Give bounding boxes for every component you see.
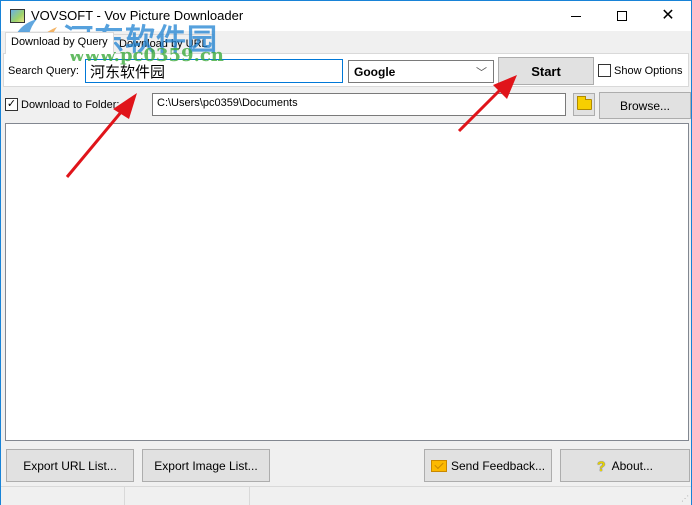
maximize-button[interactable]: [599, 1, 645, 31]
export-image-list-button[interactable]: Export Image List...: [142, 449, 270, 482]
open-folder-button[interactable]: [573, 93, 595, 116]
window-title: VOVSOFT - Vov Picture Downloader: [31, 8, 244, 23]
send-feedback-button[interactable]: Send Feedback...: [424, 449, 552, 482]
show-options-label[interactable]: Show Options: [614, 65, 682, 77]
status-panel-1: [1, 487, 125, 505]
export-url-list-button[interactable]: Export URL List...: [6, 449, 134, 482]
search-query-input[interactable]: [85, 59, 343, 83]
about-button[interactable]: ? About...: [560, 449, 690, 482]
chevron-down-icon: ﹀: [476, 67, 487, 79]
tab-download-by-url[interactable]: Download by URL: [113, 34, 214, 53]
close-button[interactable]: ✕: [645, 1, 691, 31]
app-icon: [10, 9, 25, 23]
minimize-button[interactable]: [553, 1, 599, 31]
resize-grip-icon[interactable]: ⋰: [681, 494, 689, 503]
tab-download-by-query[interactable]: Download by Query: [5, 32, 114, 54]
search-engine-select[interactable]: Google ﹀: [348, 60, 494, 83]
about-label: About...: [611, 458, 653, 473]
envelope-icon: [430, 459, 447, 472]
browse-button[interactable]: Browse...: [599, 92, 691, 119]
search-query-label: Search Query:: [8, 65, 79, 77]
download-to-folder-checkbox[interactable]: ✓: [5, 98, 18, 111]
send-feedback-label: Send Feedback...: [450, 458, 546, 473]
status-bar: ⋰: [1, 486, 691, 505]
close-icon: ✕: [661, 7, 675, 24]
search-engine-value: Google: [354, 65, 396, 79]
show-options-checkbox[interactable]: [598, 64, 611, 77]
download-to-folder-label[interactable]: Download to Folder:: [21, 99, 119, 111]
start-button[interactable]: Start: [498, 57, 594, 85]
results-list[interactable]: [5, 123, 689, 441]
folder-icon: [576, 96, 592, 110]
status-panel-2: [125, 487, 250, 505]
title-bar[interactable]: VOVSOFT - Vov Picture Downloader ✕: [1, 1, 691, 31]
app-window: VOVSOFT - Vov Picture Downloader ✕ Downl…: [0, 0, 692, 505]
folder-path-input[interactable]: C:\Users\pc0359\Documents: [152, 93, 566, 116]
maximize-icon: [617, 11, 627, 21]
minimize-icon: [571, 15, 581, 17]
question-icon: ?: [597, 457, 606, 474]
